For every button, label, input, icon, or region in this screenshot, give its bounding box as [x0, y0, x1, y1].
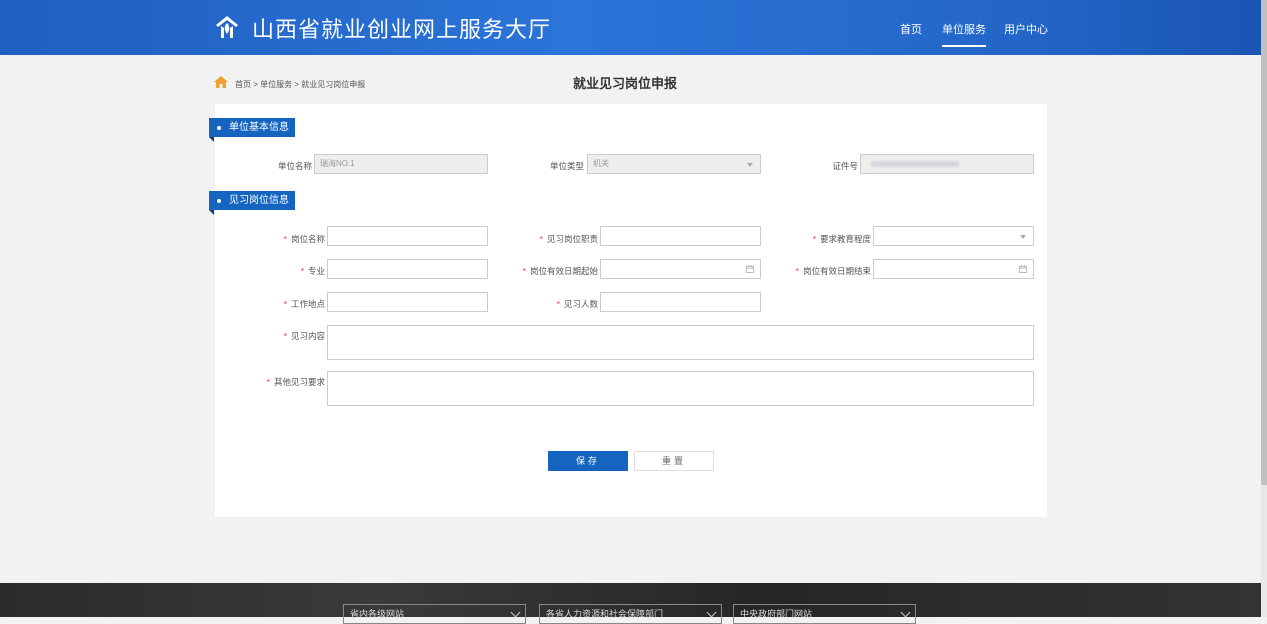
required-mark: * [283, 234, 287, 244]
start-date-label-text: 岗位有效日期起始 [529, 266, 598, 276]
redacted-value [871, 161, 959, 167]
calendar-icon[interactable] [1019, 265, 1027, 273]
chevron-down-icon [1020, 235, 1026, 239]
nav-home[interactable]: 首页 [900, 21, 922, 37]
chevron-down-icon [510, 607, 521, 618]
location-label: * 工作地点 [240, 298, 325, 310]
breadcrumb-home[interactable]: 首页 [235, 80, 251, 89]
major-label: * 专业 [240, 265, 325, 277]
location-input[interactable] [327, 292, 488, 312]
breadcrumb-unit-service[interactable]: 单位服务 [260, 80, 292, 89]
unit-type-select[interactable]: 机关 [587, 154, 761, 174]
unit-name-label: 单位名称 [277, 161, 312, 171]
content-textarea[interactable] [327, 325, 1034, 360]
other-requirements-label: * 其他见习要求 [240, 376, 325, 388]
provincial-sites-label: 省内各级网站 [350, 609, 405, 619]
education-select[interactable] [873, 226, 1034, 246]
breadcrumb-separator: > [253, 80, 258, 89]
central-gov-select[interactable]: 中央政府部门网站 [733, 604, 916, 624]
reset-button[interactable]: 重置 [634, 451, 714, 471]
post-duty-label: * 见习岗位职责 [505, 233, 598, 245]
other-requirements-label-text: 其他见习要求 [273, 377, 325, 387]
count-input[interactable] [600, 292, 761, 312]
start-date-input[interactable] [600, 259, 761, 279]
post-duty-label-text: 见习岗位职责 [546, 234, 598, 244]
unit-type-value: 机关 [593, 159, 609, 168]
site-title: 山西省就业创业网上服务大厅 [252, 17, 552, 42]
required-mark: * [539, 234, 543, 244]
unit-name-field[interactable]: 瑞海NO.1 [314, 154, 488, 174]
section-basic-info: 单位基本信息 [209, 118, 295, 142]
education-label: * 要求教育程度 [775, 233, 871, 245]
unit-type-label: 单位类型 [549, 161, 584, 171]
required-mark: * [283, 331, 287, 341]
breadcrumb: 首页 > 单位服务 > 就业见习岗位申报 [235, 79, 365, 90]
post-duty-input[interactable] [600, 226, 761, 246]
count-label: * 见习人数 [505, 298, 598, 310]
required-mark: * [300, 266, 304, 276]
other-requirements-textarea[interactable] [327, 371, 1034, 406]
nav-unit-service[interactable]: 单位服务 [942, 21, 986, 37]
cert-no-label: 证件号 [832, 161, 858, 171]
content-label: * 见习内容 [240, 330, 325, 342]
nav-user-center[interactable]: 用户中心 [1004, 21, 1048, 37]
site-footer: 省内各级网站 各省人力资源和社会保障部门 中央政府部门网站 [0, 583, 1261, 624]
end-date-label-text: 岗位有效日期结束 [802, 266, 871, 276]
breadcrumb-separator: > [294, 80, 300, 89]
start-date-label: * 岗位有效日期起始 [495, 265, 598, 277]
major-label-text: 专业 [307, 266, 325, 276]
required-mark: * [812, 234, 816, 244]
required-mark: * [556, 299, 560, 309]
provincial-sites-select[interactable]: 省内各级网站 [343, 604, 526, 624]
logo-icon[interactable] [214, 14, 240, 40]
save-button[interactable]: 保存 [548, 451, 628, 471]
scrollbar-thumb[interactable] [1261, 0, 1267, 485]
location-label-text: 工作地点 [290, 299, 325, 309]
chevron-down-icon [747, 163, 753, 167]
hr-departments-select[interactable]: 各省人力资源和社会保障部门 [539, 604, 722, 624]
content-label-text: 见习内容 [290, 331, 325, 341]
post-name-input[interactable] [327, 226, 488, 246]
page-title: 就业见习岗位申报 [573, 76, 678, 91]
chevron-down-icon [706, 607, 717, 618]
hr-departments-label: 各省人力资源和社会保障部门 [546, 609, 664, 619]
end-date-input[interactable] [873, 259, 1034, 279]
count-label-text: 见习人数 [563, 299, 598, 309]
required-mark: * [283, 299, 287, 309]
major-input[interactable] [327, 259, 488, 279]
chevron-down-icon [900, 607, 911, 618]
cert-no-field[interactable] [860, 154, 1034, 174]
required-mark: * [795, 266, 799, 276]
nav-active-indicator [942, 45, 986, 47]
site-header: 山西省就业创业网上服务大厅 首页 单位服务 用户中心 [0, 0, 1267, 55]
section-post-info: 见习岗位信息 [209, 191, 295, 215]
required-mark: * [522, 266, 526, 276]
post-name-label-text: 岗位名称 [290, 234, 325, 244]
breadcrumb-current: 就业见习岗位申报 [301, 80, 366, 89]
post-name-label: * 岗位名称 [240, 233, 325, 245]
home-icon [214, 76, 228, 88]
required-mark: * [266, 377, 270, 387]
central-gov-label: 中央政府部门网站 [740, 609, 813, 619]
education-label-text: 要求教育程度 [819, 234, 871, 244]
calendar-icon[interactable] [746, 265, 754, 273]
end-date-label: * 岗位有效日期结束 [768, 265, 871, 277]
